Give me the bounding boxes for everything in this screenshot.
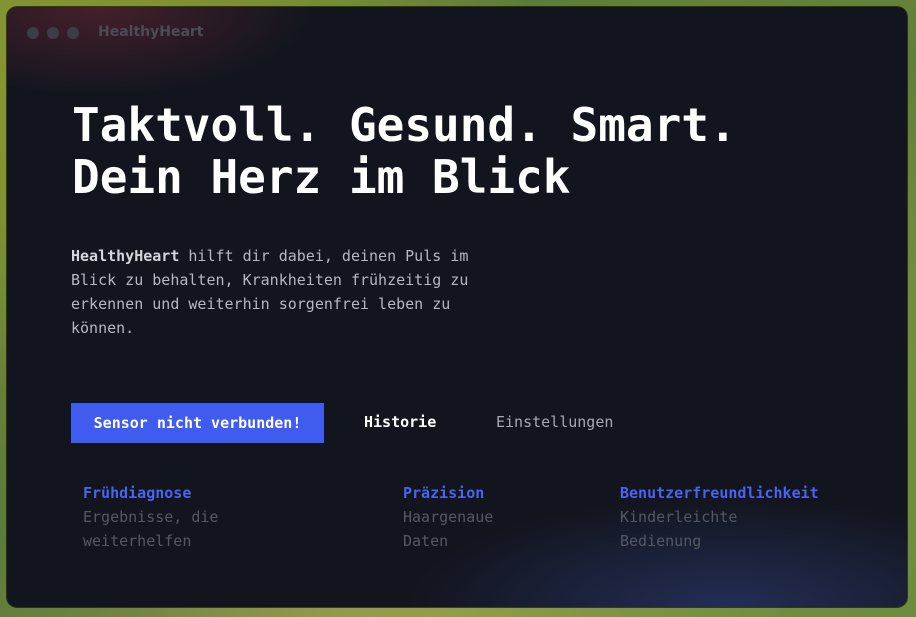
window-title: HealthyHeart xyxy=(98,24,204,40)
feature-description: Haargenaue Daten xyxy=(403,508,494,550)
titlebar[interactable]: HealthyHeart xyxy=(7,7,907,59)
window-minimize-button[interactable] xyxy=(47,27,59,39)
window-maximize-button[interactable] xyxy=(67,27,79,39)
feature-description: Kinderleichte Bedienung xyxy=(620,508,738,550)
intro-brand-name: HealthyHeart xyxy=(71,247,180,265)
feature-title: Frühdiagnose xyxy=(83,484,192,502)
feature-description: Ergebnisse, die weiterhelfen xyxy=(83,508,219,550)
sensor-status-button[interactable]: Sensor nicht verbunden! xyxy=(71,403,324,443)
feature-precision: Präzision Haargenaue Daten xyxy=(403,481,493,553)
feature-usability: Benutzerfreundlichkeit Kinderleichte Bed… xyxy=(620,481,819,553)
headline-line-2: Dein Herz im Blick xyxy=(72,150,571,204)
window-close-button[interactable] xyxy=(27,27,39,39)
settings-link[interactable]: Einstellungen xyxy=(496,413,613,431)
feature-title: Präzision xyxy=(403,484,485,502)
app-window: HealthyHeart Taktvoll. Gesund. Smart. De… xyxy=(7,7,907,607)
feature-title: Benutzerfreundlichkeit xyxy=(620,484,819,502)
history-link[interactable]: Historie xyxy=(364,413,436,431)
hero-headline: Taktvoll. Gesund. Smart. Dein Herz im Bl… xyxy=(72,99,737,203)
feature-early-diagnosis: Frühdiagnose Ergebnisse, die weiterhelfe… xyxy=(83,481,218,553)
headline-line-1: Taktvoll. Gesund. Smart. xyxy=(72,98,737,152)
hero-intro: HealthyHeart hilft dir dabei, deinen Pul… xyxy=(71,244,471,340)
